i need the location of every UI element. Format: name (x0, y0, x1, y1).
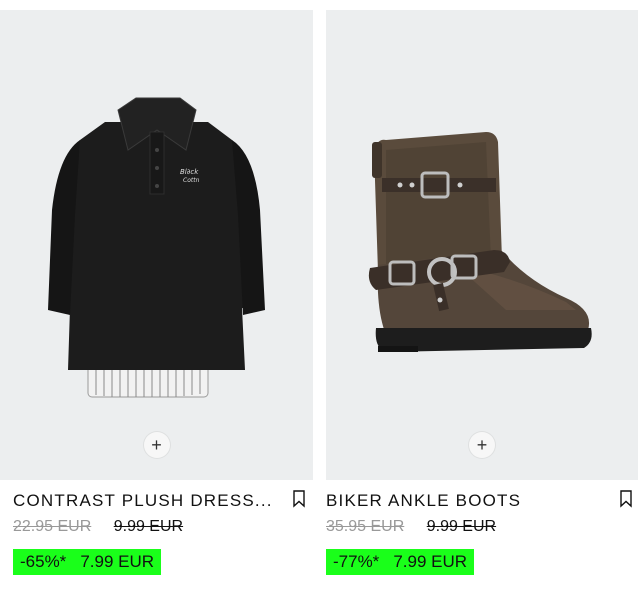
product-info: CONTRAST PLUSH DRESS... 22.95 EUR 9.99 E… (0, 480, 313, 575)
discount-badge: -77%* 7.99 EUR (326, 549, 475, 575)
plus-icon: + (151, 435, 162, 455)
product-name[interactable]: BIKER ANKLE BOOTS (326, 490, 638, 512)
discount-percent: -77%* (333, 552, 380, 571)
crossed-price: 9.99 EUR (426, 518, 497, 535)
original-price: 35.95 EUR (326, 518, 405, 535)
svg-text:Bl∂ck: Bl∂ck (180, 168, 199, 176)
price-row: 35.95 EUR 9.99 EUR (326, 517, 638, 537)
add-to-cart-button[interactable]: + (469, 432, 495, 458)
product-card[interactable]: Bl∂ck Cottn + CONTRAST PLUSH DRESS... 22… (0, 10, 313, 575)
bookmark-icon[interactable] (619, 490, 633, 508)
product-image[interactable]: + (326, 10, 638, 480)
product-image[interactable]: Bl∂ck Cottn + (0, 10, 313, 480)
original-price: 22.95 EUR (13, 518, 92, 535)
bookmark-icon[interactable] (292, 490, 306, 508)
price-row: 22.95 EUR 9.99 EUR (0, 517, 313, 537)
boot-illustration (368, 132, 592, 352)
sale-price: 7.99 EUR (393, 552, 468, 571)
sale-price: 7.99 EUR (80, 552, 155, 571)
product-grid: Bl∂ck Cottn + CONTRAST PLUSH DRESS... 22… (0, 0, 638, 600)
plus-icon: + (476, 435, 488, 455)
crossed-price: 9.99 EUR (113, 518, 184, 535)
product-info: BIKER ANKLE BOOTS 35.95 EUR 9.99 EUR -77… (326, 480, 638, 575)
svg-text:Cottn: Cottn (183, 177, 200, 184)
product-name[interactable]: CONTRAST PLUSH DRESS... (0, 490, 313, 512)
dress-illustration: Bl∂ck Cottn (48, 97, 265, 398)
discount-percent: -65%* (20, 552, 67, 571)
discount-badge: -65%* 7.99 EUR (13, 549, 162, 575)
add-to-cart-button[interactable]: + (143, 432, 170, 458)
product-card[interactable]: + BIKER ANKLE BOOTS 35.95 EUR 9.99 EUR -… (326, 10, 638, 575)
